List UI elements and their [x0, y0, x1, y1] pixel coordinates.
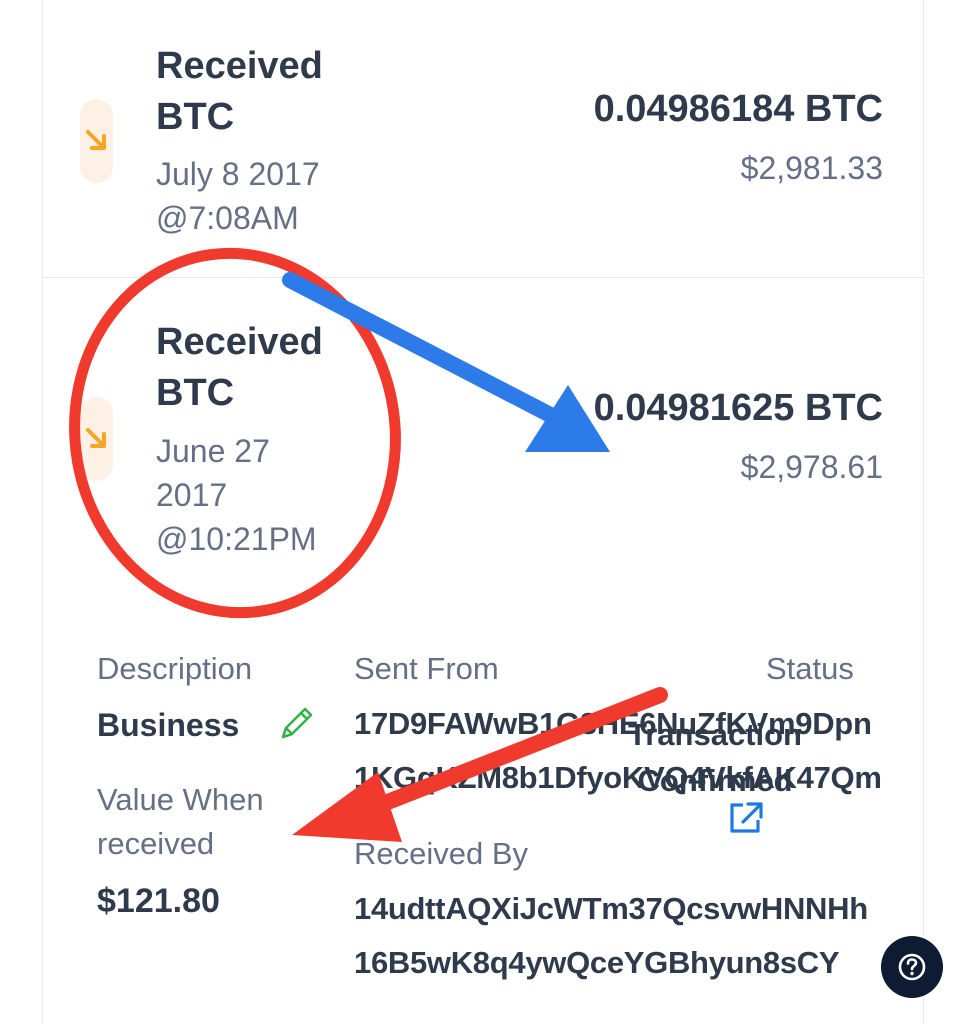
- transaction-title: Received BTC: [156, 321, 323, 414]
- transaction-date: June 27 2017 @10:21PM: [156, 433, 317, 557]
- description-label: Description: [97, 651, 253, 686]
- arrow-down-right-icon: [85, 428, 106, 448]
- value-when-received: $121.80: [97, 882, 220, 920]
- transaction-date: July 8 2017 @7:08AM: [156, 156, 320, 236]
- amount-crypto: 0.04986184 BTC: [593, 88, 883, 130]
- amount-crypto: 0.04981625 BTC: [593, 387, 883, 429]
- external-link-icon[interactable]: [727, 800, 765, 836]
- received-badge: [80, 397, 113, 481]
- received-by-label: Received By: [354, 836, 529, 871]
- row-divider: [42, 277, 923, 278]
- question-circle-icon: [898, 953, 926, 981]
- arrow-down-right-icon: [85, 130, 106, 150]
- status-value: Transaction Confirmed: [628, 717, 802, 798]
- received-by-address[interactable]: 16B5wK8q4ywQceYGBhyun8sCY: [354, 945, 884, 981]
- sent-from-label: Sent From: [354, 651, 499, 686]
- amount-fiat: $2,978.61: [740, 449, 883, 485]
- help-button[interactable]: [881, 936, 943, 998]
- amount-fiat: $2,981.33: [740, 150, 883, 186]
- description-value: Business: [97, 707, 240, 743]
- transaction-title: Received BTC: [156, 45, 323, 138]
- received-badge: [80, 99, 113, 183]
- pencil-icon[interactable]: [278, 704, 316, 742]
- received-by-address[interactable]: 14udttAQXiJcWTm37QcsvwHNNHh: [354, 891, 929, 927]
- value-when-received-label: Value When received: [97, 782, 264, 861]
- status-label: Status: [766, 651, 854, 686]
